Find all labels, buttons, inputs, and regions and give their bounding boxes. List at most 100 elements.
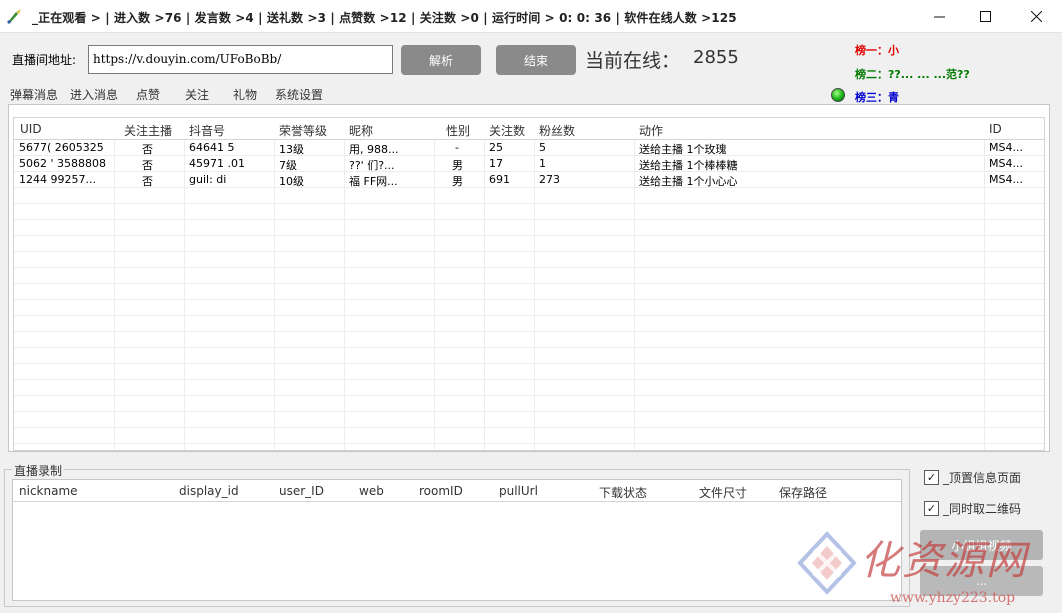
- maximize-icon: [979, 10, 991, 22]
- watermark: 化资源网 www.yhzy223.top: [794, 524, 1052, 613]
- qr-checkbox[interactable]: ✓: [924, 501, 939, 516]
- empty-row: [14, 396, 1044, 412]
- recording-header: nickname display_id user_ID web roomID p…: [13, 480, 901, 502]
- recording-legend: 直播录制: [12, 462, 65, 479]
- tab-settings[interactable]: 系统设置: [275, 86, 323, 103]
- col-file-size[interactable]: 文件尺寸: [699, 484, 747, 501]
- col-uid[interactable]: UID: [20, 122, 42, 136]
- cell-nickname: 用, 988...: [349, 143, 399, 156]
- cell-uid: 1244 99257...: [19, 173, 96, 186]
- cell-fans: 5: [539, 141, 546, 154]
- col-display-id[interactable]: display_id: [179, 484, 239, 498]
- cell-id: MS4...: [989, 141, 1023, 154]
- url-label: 直播间地址:: [12, 53, 77, 67]
- col-action[interactable]: 动作: [639, 122, 663, 139]
- col-pull-url[interactable]: pullUrl: [499, 484, 538, 498]
- table-row[interactable]: 5677( 2605325 否 64641 5 13级 用, 988... - …: [14, 140, 1044, 156]
- cell-follow-host: 否: [142, 159, 153, 172]
- empty-row: [14, 316, 1044, 332]
- cell-douyin-id: guil: di: [189, 173, 227, 186]
- table-row[interactable]: 1244 99257... 否 guil: di 10级 福 FF网... 男 …: [14, 172, 1044, 188]
- tab-enter[interactable]: 进入消息: [70, 86, 118, 103]
- col-follows[interactable]: 关注数: [489, 122, 525, 139]
- check-icon: ✓: [926, 471, 937, 484]
- online-label: 当前在线：: [585, 50, 681, 72]
- col-user-id[interactable]: user_ID: [279, 484, 324, 498]
- app-icon: [7, 9, 21, 24]
- cell-follows: 17: [489, 157, 503, 170]
- cell-fans: 273: [539, 173, 560, 186]
- cell-follow-host: 否: [142, 175, 153, 188]
- cell-action: 送给主播 1个棒棒糖: [639, 159, 738, 172]
- empty-row: [14, 364, 1044, 380]
- qr-label: _同时取二维码: [943, 502, 1022, 516]
- top-info-checkbox[interactable]: ✓: [924, 470, 939, 485]
- cell-level: 13级: [279, 143, 304, 156]
- close-icon: [1030, 10, 1042, 22]
- title-bar: _正在观看 > | 进入数 >76 | 发言数 >4 | 送礼数 >3 | 点赞…: [0, 0, 1062, 33]
- parse-button[interactable]: 解析: [401, 45, 481, 75]
- qr-option[interactable]: ✓ _同时取二维码: [924, 500, 1021, 517]
- col-douyin-id[interactable]: 抖音号: [189, 122, 225, 139]
- url-input[interactable]: https://v.douyin.com/UFoBoBb/: [88, 45, 393, 74]
- empty-row: [14, 412, 1044, 428]
- empty-row: [14, 428, 1044, 444]
- top-info-option[interactable]: ✓ _顶置信息页面: [924, 469, 1021, 486]
- empty-row: [14, 284, 1044, 300]
- cell-uid: 5677( 2605325: [19, 141, 104, 154]
- empty-row: [14, 220, 1044, 236]
- rank-first: 榜一：小: [855, 44, 899, 57]
- empty-row: [14, 236, 1044, 252]
- cell-nickname: ??' 们?...: [349, 159, 395, 172]
- col-id[interactable]: ID: [989, 122, 1002, 136]
- gift-panel: UID 关注主播 抖音号 荣誉等级 昵称 性别 关注数 粉丝数 动作 ID 56…: [8, 104, 1050, 452]
- tab-danmaku[interactable]: 弹幕消息: [10, 86, 58, 103]
- cell-level: 10级: [279, 175, 304, 188]
- empty-row: [14, 252, 1044, 268]
- col-web[interactable]: web: [359, 484, 384, 498]
- empty-row: [14, 204, 1044, 220]
- end-button[interactable]: 结束: [496, 45, 576, 75]
- minimize-button[interactable]: [916, 0, 962, 32]
- empty-row: [14, 380, 1044, 396]
- col-nickname[interactable]: nickname: [19, 484, 78, 498]
- col-fans[interactable]: 粉丝数: [539, 122, 575, 139]
- check-icon: ✓: [926, 502, 937, 515]
- cell-gender: 男: [452, 159, 463, 172]
- watermark-text: 化资源网: [860, 538, 1028, 584]
- gift-grid[interactable]: UID 关注主播 抖音号 荣誉等级 昵称 性别 关注数 粉丝数 动作 ID 56…: [13, 117, 1045, 451]
- recording-list[interactable]: nickname display_id user_ID web roomID p…: [12, 479, 902, 601]
- tab-like[interactable]: 点赞: [136, 86, 160, 103]
- col-room-id[interactable]: roomID: [419, 484, 463, 498]
- close-button[interactable]: [1010, 0, 1062, 32]
- cell-douyin-id: 45971 .01: [189, 157, 245, 170]
- col-level[interactable]: 荣誉等级: [279, 122, 327, 139]
- cell-douyin-id: 64641 5: [189, 141, 235, 154]
- maximize-button[interactable]: [962, 0, 1008, 32]
- cell-id: MS4...: [989, 173, 1023, 186]
- col-follow-host[interactable]: 关注主播: [124, 122, 172, 139]
- cell-action: 送给主播 1个小心心: [639, 175, 738, 188]
- cell-uid: 5062 ' 3588808: [19, 157, 107, 170]
- col-nickname[interactable]: 昵称: [349, 122, 373, 139]
- cell-fans: 1: [539, 157, 546, 170]
- table-row[interactable]: 5062 ' 3588808 否 45971 .01 7级 ??' 们?... …: [14, 156, 1044, 172]
- rank-third: 榜三：青: [855, 91, 899, 104]
- tab-follow[interactable]: 关注: [185, 86, 209, 103]
- tab-gift[interactable]: 礼物: [220, 86, 270, 106]
- cell-action: 送给主播 1个玫瑰: [639, 143, 727, 156]
- col-save-path[interactable]: 保存路径: [779, 484, 827, 501]
- empty-row: [14, 300, 1044, 316]
- empty-row: [14, 188, 1044, 204]
- rank-second: 榜二：??... ... ...范??: [855, 68, 970, 81]
- col-download-status[interactable]: 下载状态: [599, 484, 647, 501]
- col-gender[interactable]: 性别: [446, 122, 470, 139]
- empty-row: [14, 348, 1044, 364]
- empty-row: [14, 332, 1044, 348]
- watermark-logo-icon: [797, 531, 857, 595]
- watermark-url: www.yhzy223.top: [890, 590, 1016, 606]
- grid-header: UID 关注主播 抖音号 荣誉等级 昵称 性别 关注数 粉丝数 动作 ID: [14, 118, 1044, 140]
- cell-follows: 691: [489, 173, 510, 186]
- top-info-label: _顶置信息页面: [943, 471, 1022, 485]
- online-count: 2855: [693, 47, 739, 68]
